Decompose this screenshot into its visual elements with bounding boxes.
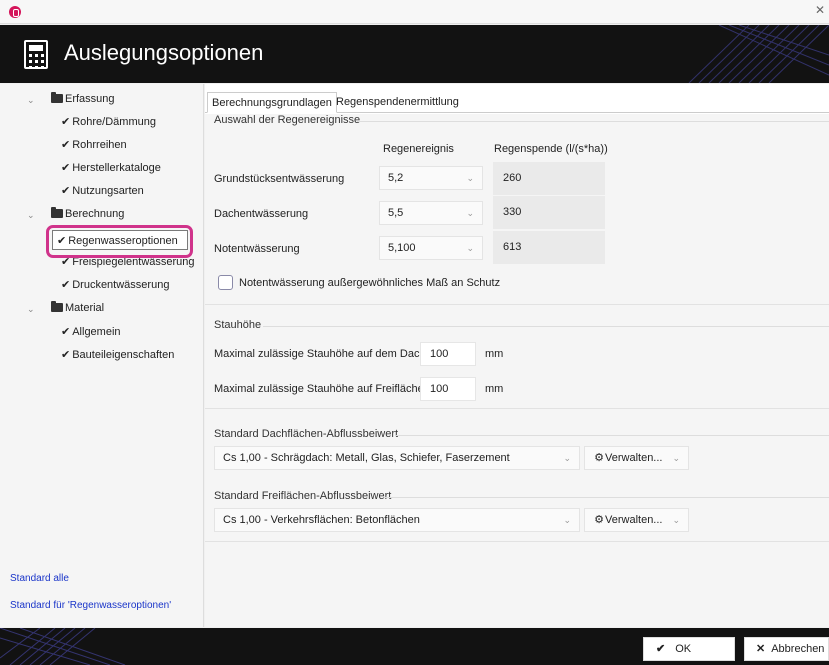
yield-value-grundstueck: 260 bbox=[493, 162, 605, 195]
button-label: OK bbox=[675, 643, 692, 655]
button-label: Verwalten... bbox=[605, 452, 663, 464]
roof-unit-label: mm bbox=[485, 348, 504, 360]
group-line bbox=[395, 435, 829, 436]
chevron-down-icon[interactable]: ⌄ bbox=[27, 90, 37, 110]
checkmark-icon: ✔ bbox=[61, 162, 71, 174]
tab-content: Auswahl der Regenereignisse Regenereigni… bbox=[205, 114, 829, 627]
free-stauhoehe-input[interactable]: 100 bbox=[420, 377, 476, 401]
tab-regenspendenermittlung[interactable]: Regenspendenermittlung bbox=[332, 92, 463, 113]
group-title-rain-events: Auswahl der Regenereignisse bbox=[214, 114, 361, 126]
select-value: 5,100 bbox=[388, 242, 416, 254]
chevron-down-icon: ⌄ bbox=[466, 173, 474, 183]
selection-highlight bbox=[46, 225, 193, 258]
app-logo-icon bbox=[9, 6, 21, 18]
group-line bbox=[263, 326, 829, 327]
chevron-down-icon: ⌄ bbox=[672, 515, 680, 525]
tree-item-nutzungsarten[interactable]: ✔ Nutzungsarten bbox=[61, 181, 144, 201]
tree-item-rohrreihen[interactable]: ✔ Rohrreihen bbox=[61, 135, 127, 155]
options-tree: ⌄ Erfassung ✔ Rohre/Dämmung ✔ Rohrreihen ✔… bbox=[0, 84, 204, 627]
tab-bar: Berechnungsgrundlagen Regenspendenermitt… bbox=[205, 92, 829, 113]
extraordinary-protection-checkbox[interactable] bbox=[218, 275, 233, 290]
event-select-not[interactable]: 5,100 ⌄ bbox=[379, 236, 483, 260]
checkmark-icon: ✔ bbox=[656, 643, 666, 655]
row-label-grundstueck: Grundstücksentwässerung bbox=[214, 173, 345, 185]
chevron-down-icon: ⌄ bbox=[466, 208, 474, 218]
select-value: 5,5 bbox=[388, 207, 404, 219]
free-stauhoehe-label: Maximal zulässige Stauhöhe auf Freifläch… bbox=[214, 383, 430, 395]
checkmark-icon: ✔ bbox=[61, 349, 71, 361]
group-title-stauhoehe: Stauhöhe bbox=[214, 319, 262, 331]
window-titlebar: ✕ bbox=[0, 0, 829, 24]
tree-item-herstellerkataloge[interactable]: ✔ Herstellerkataloge bbox=[61, 158, 161, 178]
select-value: 5,2 bbox=[388, 172, 404, 184]
column-header-event: Regenereignis bbox=[383, 143, 454, 155]
event-select-grundstueck[interactable]: 5,2 ⌄ bbox=[379, 166, 483, 190]
folder-icon bbox=[51, 207, 63, 218]
chevron-down-icon: ⌄ bbox=[672, 453, 680, 463]
roof-stauhoehe-input[interactable]: 100 bbox=[420, 342, 476, 366]
tab-berechnungsgrundlagen[interactable]: Berechnungsgrundlagen bbox=[207, 92, 337, 113]
divider bbox=[205, 541, 829, 542]
yield-value-dach: 330 bbox=[493, 196, 605, 229]
group-title-roof-coeff: Standard Dachflächen-Abflussbeiwert bbox=[214, 428, 399, 440]
row-label-not: Notentwässerung bbox=[214, 243, 300, 255]
footer-decoration bbox=[0, 628, 126, 665]
column-header-yield: Regenspende (l/(s*ha)) bbox=[494, 143, 608, 155]
reset-all-link[interactable]: Standard alle bbox=[10, 573, 69, 584]
chevron-down-icon[interactable]: ⌄ bbox=[27, 205, 37, 225]
select-value: Cs 1,00 - Schrägdach: Metall, Glas, Schi… bbox=[223, 452, 510, 464]
free-coeff-select[interactable]: Cs 1,00 - Verkehrsflächen: Betonflächen ⌄ bbox=[214, 508, 580, 532]
row-label-dach: Dachentwässerung bbox=[214, 208, 309, 220]
tree-folder-material[interactable]: Material bbox=[51, 298, 104, 318]
checkmark-icon: ✔ bbox=[61, 279, 71, 291]
tree-item-druckentwaesserung[interactable]: ✔ Druckentwässerung bbox=[61, 275, 169, 295]
select-value: Cs 1,00 - Verkehrsflächen: Betonflächen bbox=[223, 514, 420, 526]
checkmark-icon: ✔ bbox=[61, 139, 71, 151]
reset-current-link[interactable]: Standard für 'Regenwasseroptionen' bbox=[10, 600, 171, 611]
dialog-title: Auslegungsoptionen bbox=[64, 40, 264, 65]
chevron-down-icon: ⌄ bbox=[563, 453, 571, 463]
tree-item-bauteileigenschaften[interactable]: ✔ Bauteileigenschaften bbox=[61, 345, 174, 365]
dialog-footer: ✔ OK ✕ Abbrechen bbox=[0, 628, 829, 665]
free-unit-label: mm bbox=[485, 383, 504, 395]
folder-icon bbox=[51, 92, 63, 103]
tree-folder-erfassung[interactable]: Erfassung bbox=[51, 89, 115, 109]
settings-panel: Berechnungsgrundlagen Regenspendenermitt… bbox=[205, 84, 829, 627]
roof-manage-button[interactable]: ⚙Verwalten... ⌄ bbox=[584, 446, 689, 470]
dialog-header: Auslegungsoptionen bbox=[0, 25, 829, 83]
chevron-down-icon: ⌄ bbox=[563, 515, 571, 525]
checkmark-icon: ✔ bbox=[61, 185, 71, 197]
divider bbox=[205, 304, 829, 305]
free-manage-button[interactable]: ⚙Verwalten... ⌄ bbox=[584, 508, 689, 532]
chevron-down-icon[interactable]: ⌄ bbox=[27, 299, 37, 319]
chevron-down-icon: ⌄ bbox=[466, 243, 474, 253]
group-line bbox=[357, 121, 829, 122]
checkmark-icon: ✔ bbox=[61, 326, 71, 338]
close-icon: ✕ bbox=[756, 643, 766, 655]
ok-button[interactable]: ✔ OK bbox=[643, 637, 735, 661]
tree-item-allgemein[interactable]: ✔ Allgemein bbox=[61, 322, 121, 342]
tree-item-rohre-daemmung[interactable]: ✔ Rohre/Dämmung bbox=[61, 112, 156, 132]
checkmark-icon: ✔ bbox=[61, 116, 71, 128]
tree-folder-berechnung[interactable]: Berechnung bbox=[51, 204, 124, 224]
cancel-button[interactable]: ✕ Abbrechen bbox=[744, 637, 829, 661]
event-select-dach[interactable]: 5,5 ⌄ bbox=[379, 201, 483, 225]
gear-icon: ⚙ bbox=[594, 452, 604, 464]
group-title-free-coeff: Standard Freiflächen-Abflussbeiwert bbox=[214, 490, 392, 502]
group-line bbox=[384, 497, 829, 498]
header-decoration bbox=[688, 25, 829, 83]
roof-coeff-select[interactable]: Cs 1,00 - Schrägdach: Metall, Glas, Schi… bbox=[214, 446, 580, 470]
close-icon[interactable]: ✕ bbox=[815, 3, 825, 17]
extraordinary-protection-label: Notentwässerung außergewöhnliches Maß an… bbox=[239, 277, 501, 289]
yield-value-not: 613 bbox=[493, 231, 605, 264]
calculator-icon bbox=[24, 40, 48, 69]
button-label: Abbrechen bbox=[771, 643, 825, 655]
divider bbox=[205, 408, 829, 409]
roof-stauhoehe-label: Maximal zulässige Stauhöhe auf dem Dach bbox=[214, 348, 426, 360]
button-label: Verwalten... bbox=[605, 514, 663, 526]
folder-icon bbox=[51, 301, 63, 312]
gear-icon: ⚙ bbox=[594, 514, 604, 526]
